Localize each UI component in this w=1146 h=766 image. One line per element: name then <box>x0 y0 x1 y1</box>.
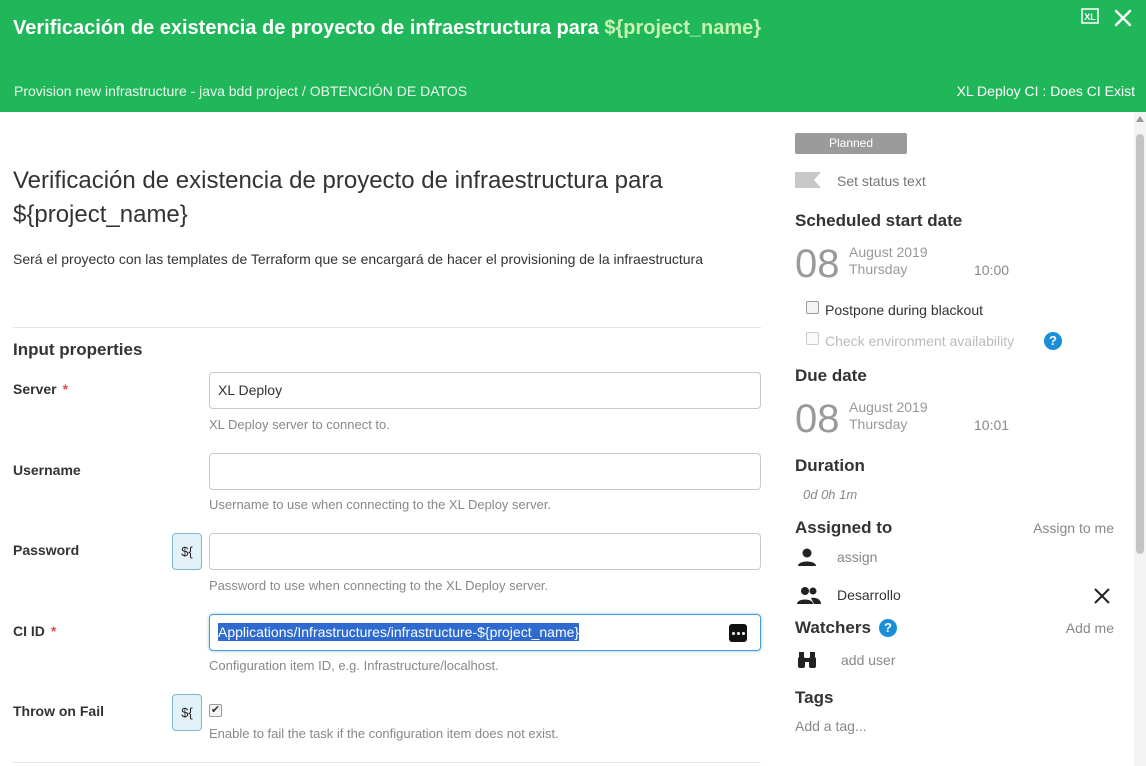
task-type-label: XL Deploy CI : Does CI Exist <box>956 83 1135 99</box>
scheduled-weekday: Thursday <box>849 261 908 277</box>
due-weekday: Thursday <box>849 416 908 432</box>
scheduled-day[interactable]: 08 <box>795 242 840 286</box>
remove-team-icon[interactable] <box>1093 587 1111 605</box>
assign-to-me-link[interactable]: Assign to me <box>1033 520 1114 536</box>
binoculars-icon <box>798 652 816 668</box>
svg-text:XL: XL <box>1084 12 1096 22</box>
assign-user-input[interactable]: assign <box>837 549 877 565</box>
scrollbar[interactable] <box>1134 112 1146 766</box>
due-date-heading: Due date <box>795 366 867 385</box>
scheduled-start-heading: Scheduled start date <box>795 211 963 230</box>
task-header-title: Verificación de existencia de proyecto d… <box>13 16 1013 40</box>
task-header: Verificación de existencia de proyecto d… <box>0 0 1146 112</box>
username-input[interactable] <box>209 453 761 490</box>
scheduled-month[interactable]: August 2019 <box>849 244 928 261</box>
due-time[interactable]: 10:01 <box>974 417 1009 433</box>
user-icon <box>798 548 816 566</box>
scheduled-time[interactable]: 10:00 <box>974 262 1009 278</box>
server-input[interactable]: XL Deploy <box>209 372 761 409</box>
flag-icon <box>795 172 821 188</box>
throw-on-fail-help: Enable to fail the task if the configura… <box>209 726 559 741</box>
more-options-icon[interactable] <box>729 624 747 642</box>
postpone-label[interactable]: Postpone during blackout <box>825 302 983 318</box>
xl-deploy-icon[interactable]: XL <box>1081 8 1099 24</box>
close-icon[interactable] <box>1113 8 1133 28</box>
divider <box>13 762 761 763</box>
ci-id-input-value: Applications/Infrastructures/infrastruct… <box>218 623 580 641</box>
password-input[interactable] <box>209 533 761 570</box>
check-env-label: Check environment availability <box>825 333 1015 349</box>
ci-id-help: Configuration item ID, e.g. Infrastructu… <box>209 658 499 673</box>
scroll-up-arrow-icon[interactable] <box>1136 116 1144 122</box>
ci-id-input[interactable]: Applications/Infrastructures/infrastruct… <box>209 614 761 651</box>
ci-id-label: CI ID * <box>13 623 56 639</box>
add-me-link[interactable]: Add me <box>1066 620 1114 636</box>
task-title[interactable]: Verificación de existencia de proyecto d… <box>13 164 763 232</box>
help-icon[interactable]: ? <box>1044 332 1062 350</box>
password-variable-toggle[interactable]: ${ <box>172 533 202 570</box>
check-env-checkbox <box>806 332 819 345</box>
duration-value[interactable]: 0d 0h 1m <box>803 487 857 502</box>
watchers-heading: Watchers <box>795 618 871 637</box>
duration-heading: Duration <box>795 456 865 475</box>
ci-id-label-text: CI ID <box>13 623 45 639</box>
task-sidebar: Planned Set status text Scheduled start … <box>776 112 1134 766</box>
server-label-text: Server <box>13 381 57 397</box>
due-day[interactable]: 08 <box>795 397 840 441</box>
tags-heading: Tags <box>795 688 834 707</box>
due-month[interactable]: August 2019 <box>849 399 928 416</box>
scrollbar-thumb[interactable] <box>1136 134 1144 554</box>
password-label: Password <box>13 542 80 558</box>
server-help: XL Deploy server to connect to. <box>209 417 390 432</box>
status-badge: Planned <box>795 133 907 154</box>
help-icon[interactable]: ? <box>879 619 897 637</box>
input-properties-heading: Input properties <box>13 340 143 359</box>
divider <box>13 327 761 328</box>
password-help: Password to use when connecting to the X… <box>209 578 549 593</box>
team-icon <box>797 587 821 604</box>
header-title-variable: ${project_name} <box>604 17 762 39</box>
breadcrumb[interactable]: Provision new infrastructure - java bdd … <box>14 83 467 99</box>
header-title-text: Verificación de existencia de proyecto d… <box>13 17 599 39</box>
add-tag-input[interactable]: Add a tag... <box>795 718 867 734</box>
throw-on-fail-checkbox[interactable]: ✔ <box>209 704 222 717</box>
server-label: Server * <box>13 381 68 397</box>
add-user-input[interactable]: add user <box>841 652 895 668</box>
task-description[interactable]: Será el proyecto con las templates de Te… <box>13 247 733 272</box>
server-input-value: XL Deploy <box>218 382 283 398</box>
username-help: Username to use when connecting to the X… <box>209 497 552 512</box>
task-details-panel: Verificación de existencia de proyecto d… <box>0 112 776 766</box>
throw-on-fail-variable-toggle[interactable]: ${ <box>172 694 202 731</box>
username-label: Username <box>13 462 81 478</box>
required-marker: * <box>50 623 57 639</box>
assigned-team: Desarrollo <box>837 587 901 603</box>
assigned-to-heading: Assigned to <box>795 518 893 537</box>
set-status-text[interactable]: Set status text <box>837 173 926 189</box>
postpone-checkbox[interactable] <box>806 301 819 314</box>
throw-on-fail-label: Throw on Fail <box>13 703 104 719</box>
required-marker: * <box>62 381 69 397</box>
